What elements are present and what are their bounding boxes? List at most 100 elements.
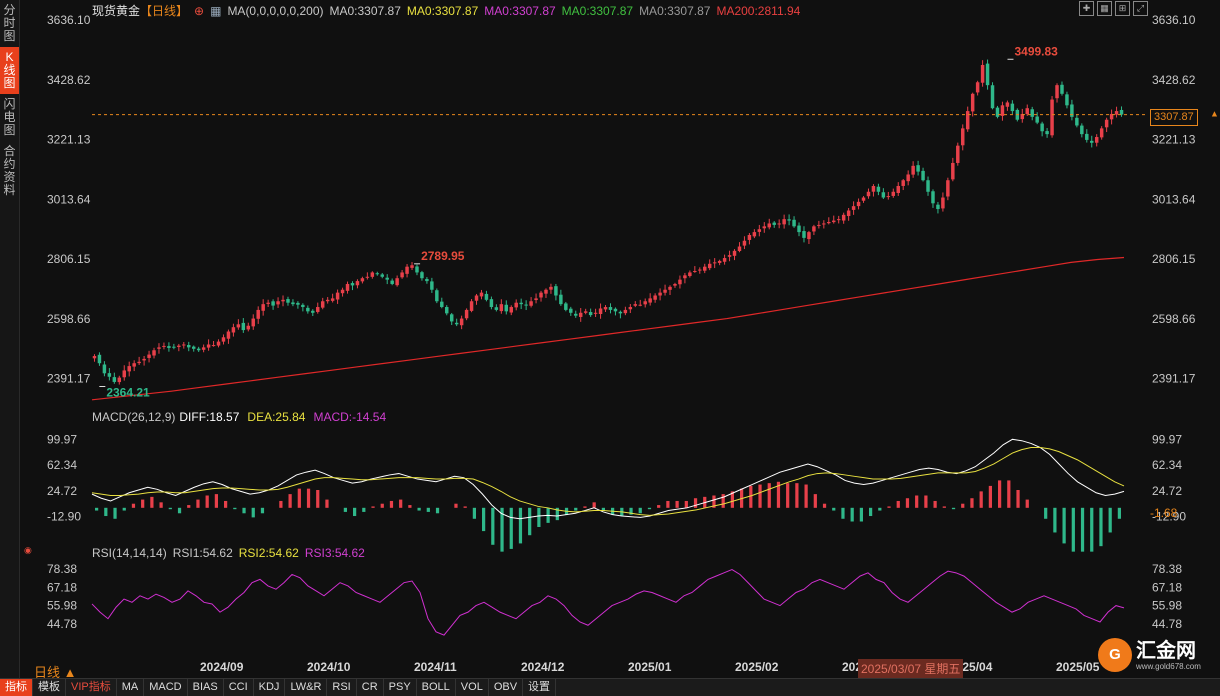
- x-axis-label: 2025/05: [1056, 660, 1100, 674]
- price-tick-left: 2391.17: [47, 372, 91, 386]
- candle-body: [1114, 111, 1119, 115]
- candle-body: [916, 165, 920, 172]
- candle-body: [678, 279, 682, 285]
- sidebar-tab[interactable]: 闪电图: [0, 94, 19, 141]
- candle-body: [668, 286, 672, 290]
- candle-body: [772, 222, 776, 225]
- indicator-tab[interactable]: MA: [117, 679, 145, 696]
- candle-body: [459, 318, 464, 326]
- sidebar-tab[interactable]: 合约资料: [0, 141, 19, 201]
- candle-body: [970, 93, 975, 112]
- candle-body: [187, 344, 191, 348]
- candle-body: [350, 283, 355, 286]
- indicator-tab[interactable]: 模板: [33, 679, 66, 696]
- candle-body: [1090, 140, 1094, 143]
- macd-value: MACD:-14.54: [313, 410, 387, 424]
- chart-canvas[interactable]: 3636.10 3636.10 3428.62 3428.62 3221.13 3221.…: [20, 0, 1220, 678]
- candle-body: [628, 307, 633, 310]
- gold678-logo: G 汇金网 www.gold678.com: [1098, 634, 1216, 676]
- indicator-tab[interactable]: VOL: [456, 679, 489, 696]
- candle-body: [961, 128, 965, 146]
- candle-body: [1099, 128, 1104, 138]
- x-axis-label: 2025/01: [628, 660, 672, 674]
- candle-body: [514, 302, 518, 308]
- indicator-tab[interactable]: 指标: [0, 679, 33, 696]
- indicator-tab[interactable]: LW&R: [285, 679, 328, 696]
- candle-body: [891, 191, 896, 196]
- rsi-tick-right: 44.78: [1152, 617, 1182, 631]
- candle-body: [906, 174, 910, 182]
- indicator-tab[interactable]: MACD: [144, 679, 188, 696]
- candle-body: [588, 312, 593, 316]
- rsi-tick-right: 78.38: [1152, 562, 1182, 576]
- indicator-tab[interactable]: KDJ: [254, 679, 286, 696]
- indicator-tab[interactable]: OBV: [489, 679, 524, 696]
- rsi-tick-left: 67.18: [47, 580, 77, 594]
- grid-icon[interactable]: ▦: [1097, 1, 1112, 16]
- rsi3-value: RSI3:54.62: [304, 546, 365, 560]
- price-tick-left: 3636.10: [47, 13, 91, 27]
- indicator-tab[interactable]: VIP指标: [66, 679, 117, 696]
- candle-body: [107, 373, 112, 377]
- candle-body: [226, 331, 231, 339]
- rsi1-value: RSI1:54.62: [172, 546, 233, 560]
- candle-body: [866, 191, 871, 197]
- candle-body: [921, 170, 925, 181]
- candle-body: [673, 283, 677, 286]
- macd-diff-line: [91, 438, 1125, 520]
- ma-settings-icon[interactable]: ▦: [210, 4, 221, 18]
- ma-item: MA0:3307.87: [484, 4, 556, 18]
- fullscreen-icon[interactable]: ⤢: [1133, 1, 1148, 16]
- candle-body: [92, 356, 97, 359]
- price-tick-right: 2391.17: [1152, 372, 1196, 386]
- candle-body: [221, 337, 226, 342]
- candle-body: [926, 180, 930, 192]
- rsi-tick-right: 67.18: [1152, 580, 1182, 594]
- candle-body: [608, 307, 613, 310]
- macd-tick-left: 62.34: [47, 458, 77, 472]
- rsi-tick-left: 55.98: [47, 599, 77, 613]
- indicator-tab[interactable]: RSI: [327, 679, 357, 696]
- candle-body: [613, 308, 618, 312]
- sidebar-tab[interactable]: K线图: [0, 47, 19, 94]
- candle-body: [400, 272, 404, 278]
- ma-items: MA0:3307.87 MA0:3307.87 MA0:3307.87 MA0:330…: [330, 4, 807, 18]
- indicator-tab[interactable]: CCI: [224, 679, 254, 696]
- candle-body: [1040, 123, 1044, 132]
- candle-body: [147, 354, 151, 358]
- crosshair-icon[interactable]: ✚: [1079, 1, 1094, 16]
- candle-body: [340, 289, 345, 294]
- indicator-tab[interactable]: PSY: [384, 679, 417, 696]
- rsi-title: RSI(14,14,14): [92, 546, 167, 560]
- indicator-tab[interactable]: BOLL: [417, 679, 456, 696]
- target-icon[interactable]: ◉: [24, 545, 32, 556]
- candle-body: [355, 281, 360, 286]
- candle-body: [211, 345, 216, 347]
- zoom-icon[interactable]: ⊞: [1115, 1, 1130, 16]
- candle-body: [425, 278, 429, 282]
- candle-body: [648, 298, 652, 303]
- candle-body: [703, 266, 707, 271]
- indicator-tab[interactable]: 设置: [523, 679, 557, 696]
- price-tick-right: 2598.66: [1152, 312, 1196, 326]
- indicator-tab[interactable]: BIAS: [188, 679, 224, 696]
- candle-body: [97, 354, 102, 364]
- candle-body: [598, 308, 603, 315]
- price-tick-left: 3013.64: [47, 192, 91, 206]
- ma-item: MA0:3307.87: [561, 4, 634, 18]
- candle-body: [360, 278, 365, 282]
- candle-body: [757, 229, 762, 232]
- price-tick-left: 2598.66: [47, 312, 91, 326]
- candle-body: [856, 201, 861, 207]
- candle-body: [717, 260, 722, 263]
- candle-body: [454, 322, 459, 325]
- indicator-tab[interactable]: CR: [357, 679, 384, 696]
- add-icon[interactable]: ⊕: [194, 4, 204, 18]
- candle-body: [102, 364, 107, 374]
- rsi-tick-left: 78.38: [47, 562, 77, 576]
- candle-body: [395, 278, 399, 286]
- period-tag[interactable]: 【日线】: [140, 4, 188, 18]
- candle-body: [311, 310, 315, 313]
- sidebar-tab[interactable]: 分时图: [0, 0, 19, 47]
- rsi-tick-right: 55.98: [1152, 599, 1182, 613]
